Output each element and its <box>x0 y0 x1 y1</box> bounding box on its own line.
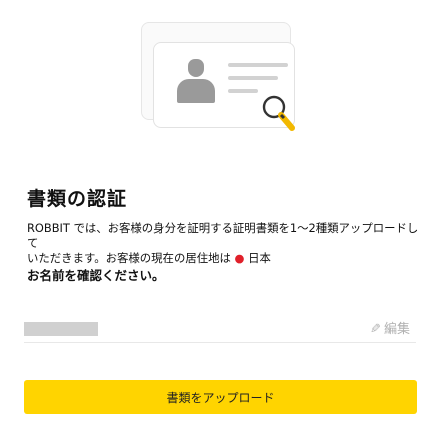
name-check-instruction: お名前を確認ください。 <box>27 268 165 283</box>
document-verification-page: 書類の認証 ROBBIT では、お客様の身分を証明する証明書類を1〜2種類アップ… <box>0 0 437 426</box>
person-body-icon <box>177 79 215 103</box>
edit-button[interactable]: ✎ 編集 <box>370 318 410 337</box>
description-line-2: いただきます。お客様の現在の居住地は <box>27 251 231 265</box>
text-line <box>228 63 288 67</box>
name-value-redacted <box>24 322 98 336</box>
page-title: 書類の認証 <box>27 188 128 210</box>
divider <box>24 342 416 343</box>
text-line <box>228 89 258 93</box>
description-line-1: ROBBIT では、お客様の身分を証明する証明書類を1〜2種類アップロードして <box>27 221 419 250</box>
text-line <box>228 76 278 80</box>
pencil-icon: ✎ <box>370 322 381 337</box>
id-card-illustration <box>133 22 308 147</box>
edit-label: 編集 <box>383 322 410 337</box>
country-dot-icon: ● <box>234 251 245 265</box>
upload-button-label: 書類をアップロード <box>166 390 275 405</box>
magnifier-icon <box>262 95 295 131</box>
person-head-icon <box>188 59 204 77</box>
upload-documents-button[interactable]: 書類をアップロード <box>24 380 417 414</box>
description: ROBBIT では、お客様の身分を証明する証明書類を1〜2種類アップロードして … <box>27 221 427 266</box>
country-name: 日本 <box>248 251 271 265</box>
